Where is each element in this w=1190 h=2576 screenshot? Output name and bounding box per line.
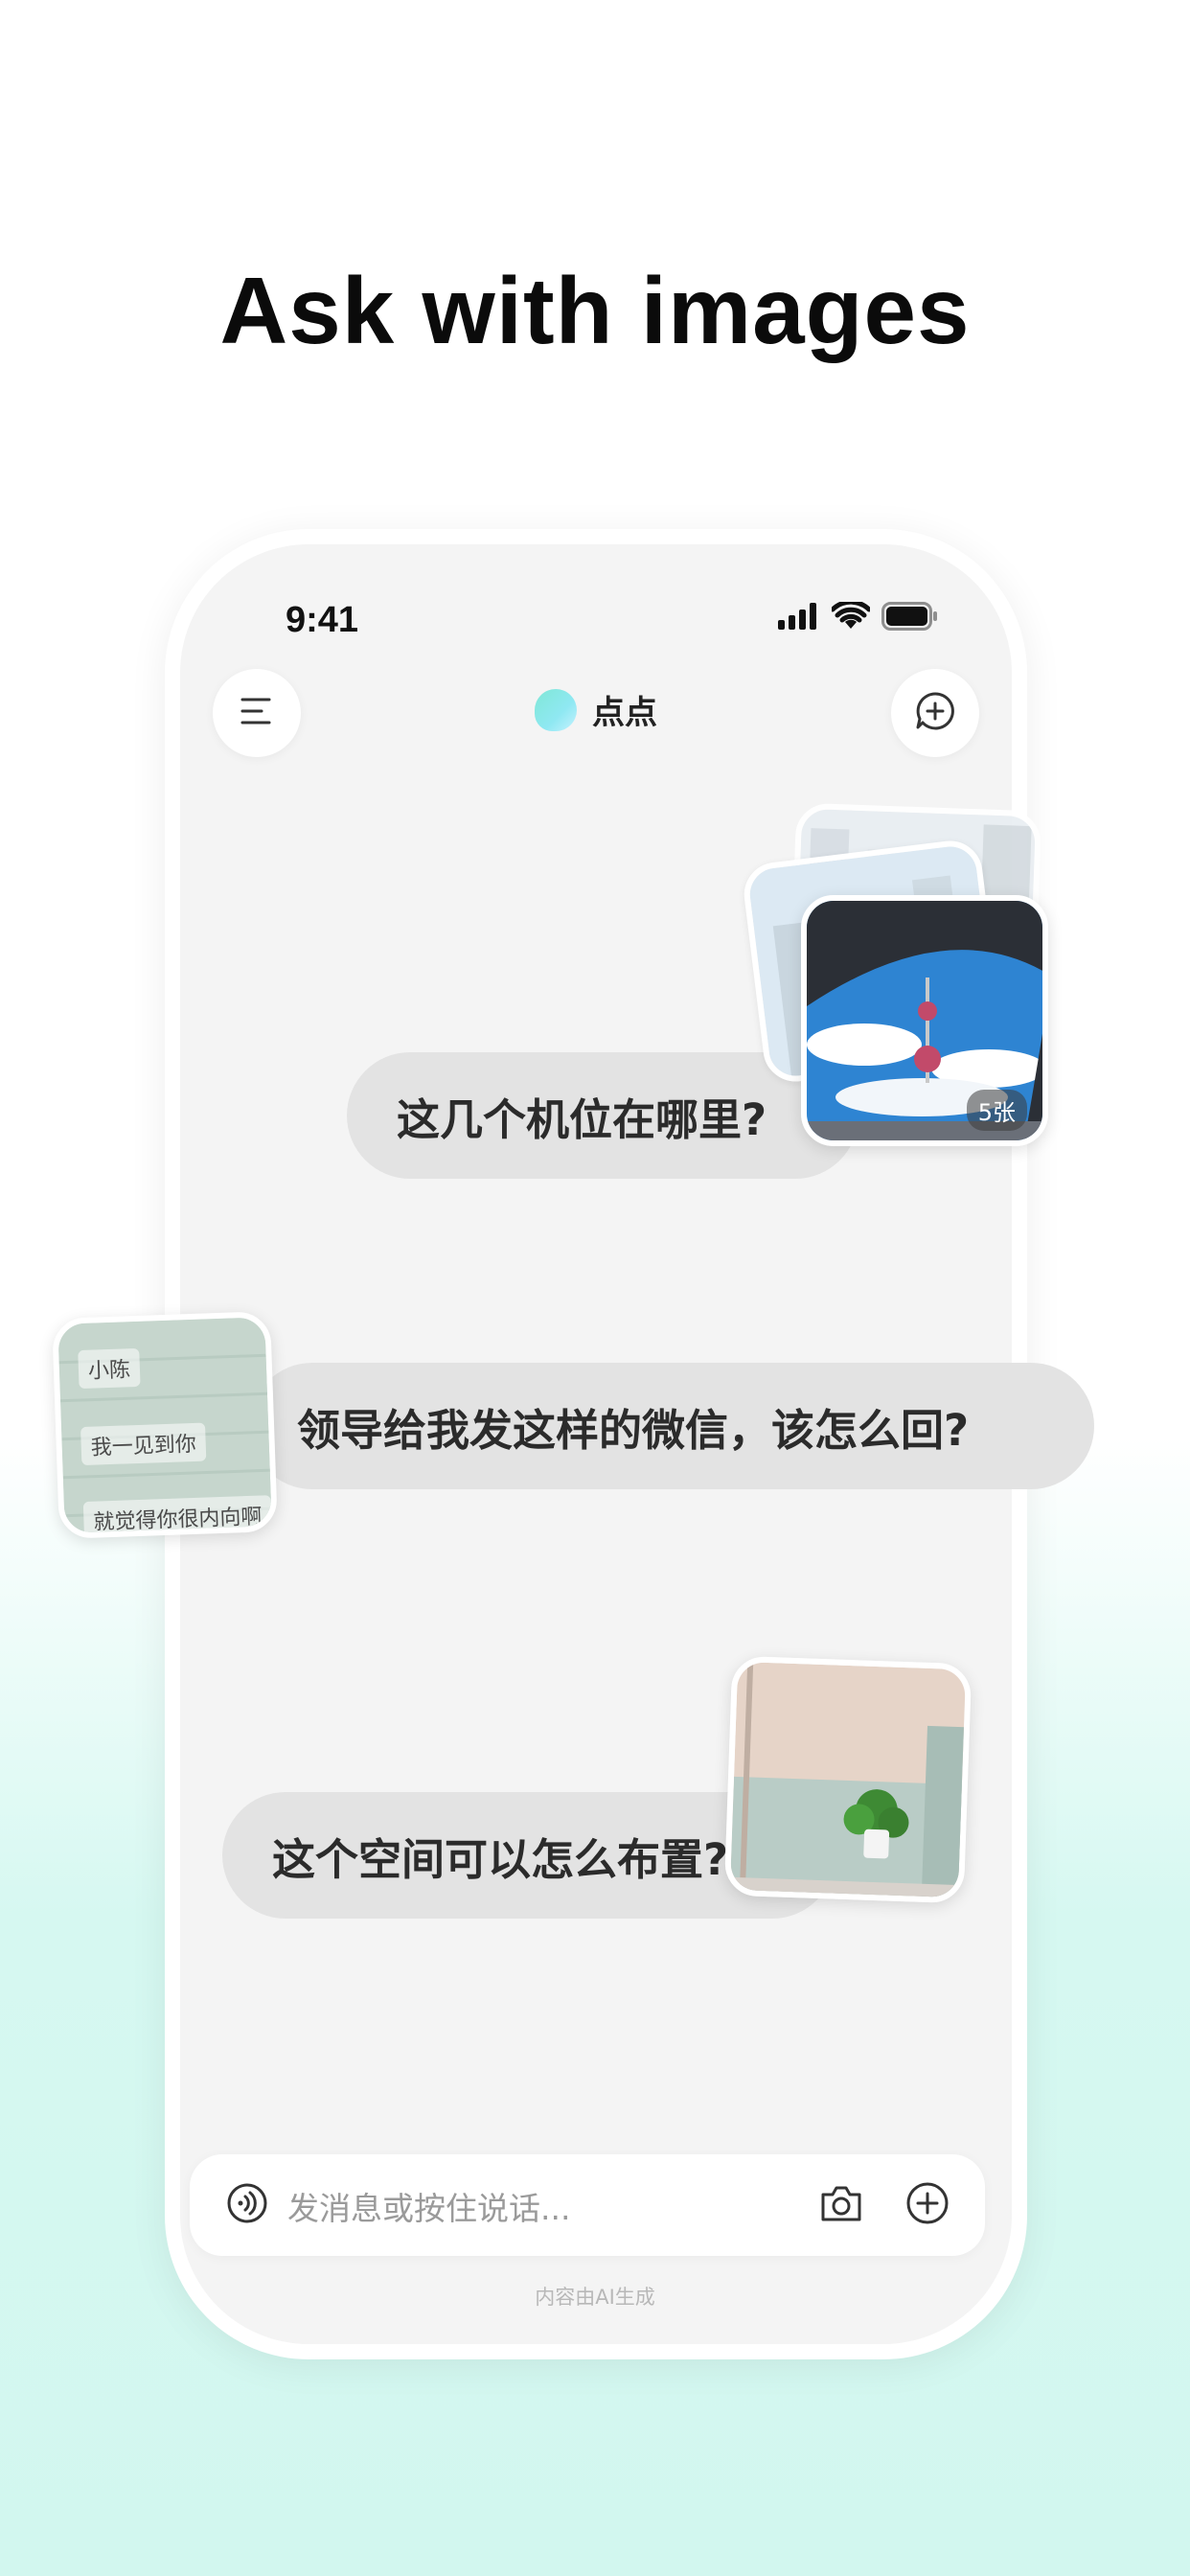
- message-text-3: 这个空间可以怎么布置?: [272, 1833, 729, 1885]
- camera-button[interactable]: [816, 2180, 866, 2230]
- screenshot-line-2: 我一见到你: [80, 1422, 207, 1466]
- plus-icon: [905, 2181, 950, 2229]
- app-name: 点点: [592, 694, 657, 732]
- screenshot-line-3: 就觉得你很内向啊: [82, 1495, 273, 1539]
- room-photo[interactable]: [723, 1655, 973, 1904]
- camera-icon: [819, 2183, 863, 2227]
- ai-disclaimer: 内容由AI生成: [535, 2286, 655, 2309]
- signal-icon: [778, 603, 820, 630]
- header-title: 点点: [180, 686, 1012, 733]
- chat-screenshot-photo[interactable]: 小陈 我一见到你 就觉得你很内向啊: [52, 1311, 278, 1539]
- image-count-badge: 5张: [966, 1090, 1027, 1131]
- status-time: 9:41: [286, 600, 359, 640]
- voice-icon: [226, 2182, 268, 2228]
- shanghai-tower-photo[interactable]: 5张: [801, 895, 1048, 1146]
- wifi-icon: [832, 602, 870, 631]
- new-chat-icon: [915, 691, 955, 735]
- voice-button[interactable]: [222, 2180, 272, 2230]
- new-chat-button[interactable]: [891, 669, 979, 757]
- message-text-2: 领导给我发这样的微信，该怎么回?: [297, 1404, 970, 1456]
- message-bubble-2: 领导给我发这样的微信，该怎么回?: [249, 1363, 1094, 1489]
- add-button[interactable]: [903, 2180, 952, 2230]
- screenshot-line-1: 小陈: [78, 1347, 141, 1390]
- message-text-1: 这几个机位在哪里?: [397, 1093, 767, 1145]
- message-input-bar[interactable]: 发消息或按住说话...: [190, 2154, 985, 2256]
- app-logo: [535, 688, 577, 731]
- message-input[interactable]: 发消息或按住说话...: [287, 2183, 570, 2229]
- status-icons: [778, 602, 937, 631]
- battery-icon: [881, 602, 937, 631]
- headline: Ask with images: [219, 258, 971, 363]
